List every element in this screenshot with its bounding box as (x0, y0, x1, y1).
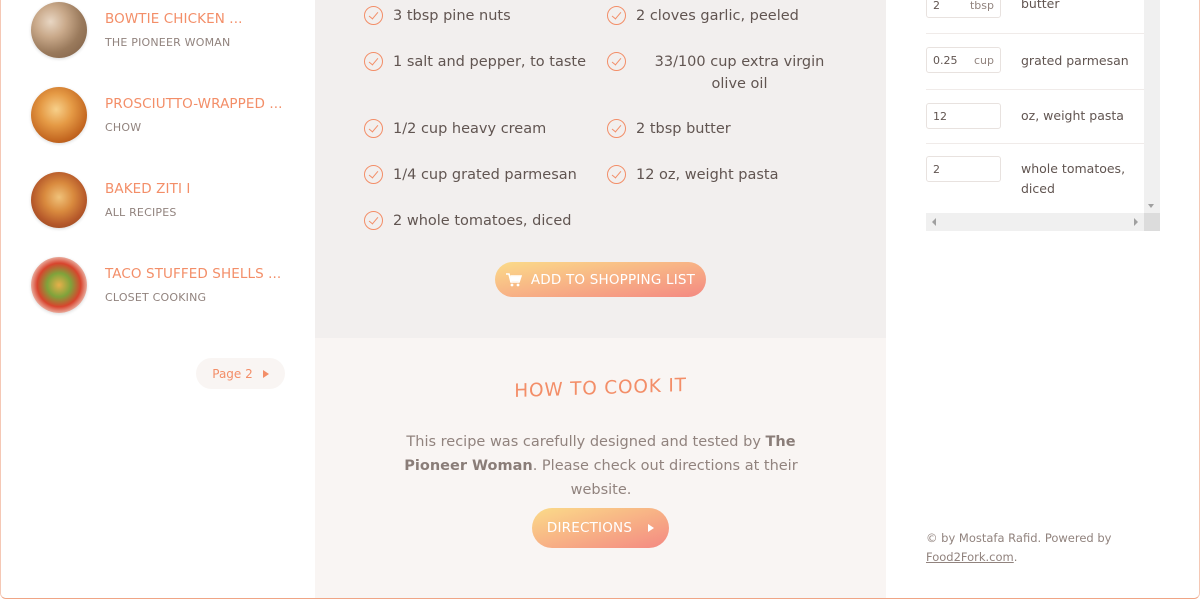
check-icon (607, 165, 626, 184)
directions-text-before: This recipe was carefully designed and t… (406, 434, 766, 450)
next-page-button[interactable]: Page 2 (196, 358, 285, 389)
ingredient-text: 1 salt and pepper, to taste (393, 54, 587, 70)
directions-button-label: DIRECTIONS (546, 520, 633, 536)
add-to-shopping-list-label: ADD TO SHOPPING LIST (530, 271, 696, 288)
quantity-value: 0.25 (933, 53, 957, 67)
footer-suffix: . (1013, 550, 1018, 564)
ingredient-item: 3 tbsp pine nuts (364, 5, 511, 27)
ingredient-item: 33/100 cup extra virgin olive oil (607, 51, 843, 95)
check-icon (364, 211, 383, 230)
recipe-thumbnail (31, 87, 87, 143)
add-to-shopping-list-button[interactable]: ADD TO SHOPPING LIST (495, 262, 706, 297)
quantity-value: 12 (933, 109, 947, 123)
shopping-item-description: butter (1021, 0, 1060, 11)
directions-button[interactable]: DIRECTIONS (532, 508, 669, 548)
ingredient-text: 2 cloves garlic, peeled (636, 8, 799, 24)
check-icon (607, 6, 626, 25)
ingredient-text: 2 tbsp butter (636, 121, 731, 137)
result-publisher: ALL RECIPES (105, 206, 177, 219)
shopping-item-description: whole tomatoes, diced (1021, 161, 1126, 196)
shopping-list-row: 0.25 cup grated parmesan (926, 34, 1144, 90)
ingredient-item: 1 salt and pepper, to taste (364, 51, 586, 73)
scrollbar-corner (1144, 213, 1160, 231)
result-publisher: CLOSET COOKING (105, 291, 207, 304)
play-arrow-icon (262, 369, 269, 378)
directions-text: This recipe was carefully designed and t… (395, 430, 807, 502)
result-publisher: THE PIONEER WOMAN (105, 36, 231, 49)
check-icon (364, 6, 383, 25)
ingredient-text: 3 tbsp pine nuts (393, 8, 511, 24)
shopping-cart-icon (505, 272, 522, 286)
quantity-input[interactable]: 2 tbsp (926, 0, 1001, 18)
play-arrow-icon (648, 524, 655, 532)
ingredient-text: 33/100 cup extra virgin olive oil (654, 54, 825, 92)
ingredient-item: 12 oz, weight pasta (607, 164, 778, 186)
check-icon (607, 119, 626, 138)
ingredient-text: 2 whole tomatoes, diced (393, 213, 572, 229)
quantity-value: 2 (933, 162, 940, 176)
ingredient-text: 1/4 cup grated parmesan (393, 167, 577, 183)
shopping-list-row: 12 oz, weight pasta (926, 90, 1144, 144)
check-icon (607, 52, 626, 71)
food2fork-link[interactable]: Food2Fork.com (926, 550, 1014, 564)
shopping-list-row: 2 whole tomatoes, diced (926, 144, 1144, 213)
scroll-right-arrow-icon[interactable] (1134, 218, 1138, 226)
check-icon (364, 119, 383, 138)
scroll-left-arrow-icon[interactable] (932, 218, 936, 226)
scroll-down-arrow-icon[interactable] (1148, 204, 1154, 208)
ingredient-item: 1/2 cup heavy cream (364, 118, 546, 140)
result-publisher: CHOW (105, 121, 142, 134)
result-title: BOWTIE CHICKEN ... (105, 11, 243, 27)
horizontal-scrollbar[interactable] (926, 213, 1144, 231)
next-page-label: Page 2 (212, 366, 253, 381)
quantity-value: 2 (933, 0, 940, 12)
results-panel: BOWTIE CHICKEN ... THE PIONEER WOMAN PRO… (1, 0, 315, 598)
unit-label: tbsp (969, 0, 994, 12)
result-item[interactable]: BOWTIE CHICKEN ... THE PIONEER WOMAN (31, 2, 301, 58)
result-item[interactable]: TACO STUFFED SHELLS ... CLOSET COOKING (31, 257, 301, 313)
footer-copyright: © by Mostafa Rafid. Powered by Food2Fork… (926, 529, 1126, 567)
recipe-thumbnail (31, 2, 87, 58)
quantity-input[interactable]: 12 (926, 103, 1001, 129)
app-frame: BOWTIE CHICKEN ... THE PIONEER WOMAN PRO… (0, 0, 1200, 599)
quantity-input[interactable]: 2 (926, 156, 1001, 182)
directions-text-after: . Please check out directions at their w… (532, 458, 798, 498)
ingredient-item: 2 cloves garlic, peeled (607, 5, 799, 27)
result-title: BAKED ZITI I (105, 181, 191, 197)
ingredient-text: 12 oz, weight pasta (636, 167, 779, 183)
result-item[interactable]: BAKED ZITI I ALL RECIPES (31, 172, 301, 228)
ingredient-item: 2 whole tomatoes, diced (364, 210, 571, 232)
check-icon (364, 165, 383, 184)
directions-heading: HOW TO COOK IT (514, 374, 687, 403)
check-icon (364, 52, 383, 71)
ingredient-item: 2 tbsp butter (607, 118, 731, 140)
shopping-list-row: 2 tbsp butter (926, 0, 1144, 34)
shopping-item-description: oz, weight pasta (1021, 108, 1124, 123)
ingredient-text: 1/2 cup heavy cream (393, 121, 547, 137)
vertical-scrollbar[interactable] (1144, 0, 1160, 213)
ingredient-item: 1/4 cup grated parmesan (364, 164, 577, 186)
unit-label: cup (973, 53, 994, 67)
shopping-item-description: grated parmesan (1021, 53, 1129, 68)
quantity-input[interactable]: 0.25 cup (926, 47, 1001, 73)
recipe-thumbnail (31, 257, 87, 313)
recipe-thumbnail (31, 172, 87, 228)
footer-text: © by Mostafa Rafid. Powered by (926, 531, 1112, 545)
result-title: TACO STUFFED SHELLS ... (105, 266, 282, 282)
result-title: PROSCIUTTO-WRAPPED ... (105, 96, 283, 112)
result-item[interactable]: PROSCIUTTO-WRAPPED ... CHOW (31, 87, 301, 143)
